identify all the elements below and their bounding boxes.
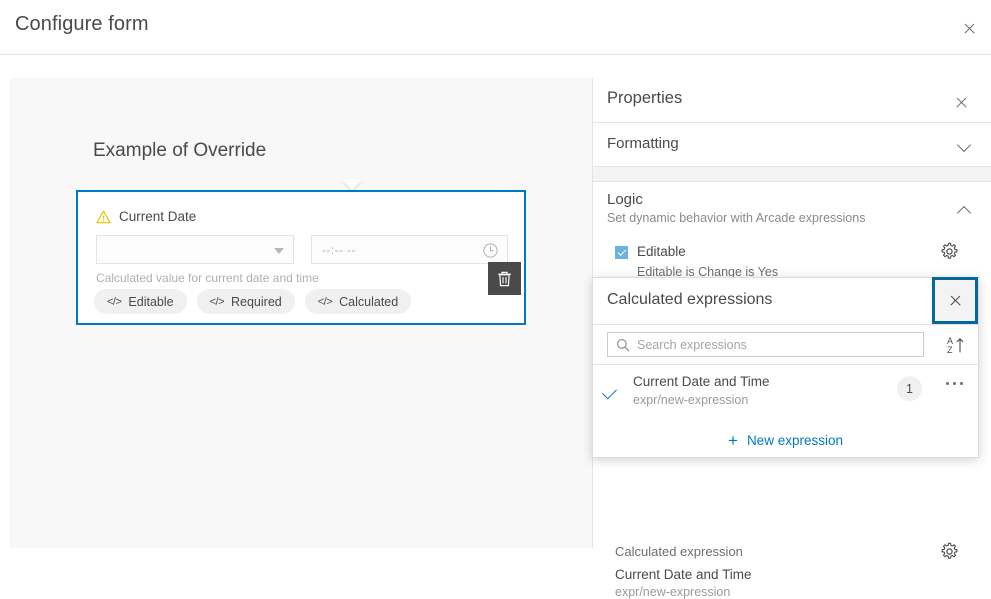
close-icon bbox=[963, 22, 976, 35]
accordion-formatting-label: Formatting bbox=[607, 135, 679, 152]
accordion-logic-subtitle: Set dynamic behavior with Arcade express… bbox=[607, 211, 865, 225]
page-title: Configure form bbox=[15, 13, 149, 36]
popover-header: Calculated expressions bbox=[593, 278, 978, 325]
sort-expressions-button[interactable]: A Z bbox=[944, 334, 966, 356]
expression-name: Current Date and Time bbox=[633, 374, 770, 389]
check-icon bbox=[602, 385, 617, 400]
popover-pointer-arrow bbox=[342, 180, 362, 190]
field-inputs-row: --:-- -- bbox=[96, 235, 508, 264]
code-icon: </> bbox=[318, 296, 332, 308]
more-horizontal-icon bbox=[946, 382, 949, 385]
form-preview-pane: Example of Override Current Date --:-- -… bbox=[10, 78, 592, 548]
expression-more-options-button[interactable] bbox=[946, 382, 963, 385]
svg-text:Z: Z bbox=[947, 345, 953, 355]
properties-close-button[interactable] bbox=[951, 92, 971, 112]
accordion-formatting[interactable]: Formatting bbox=[593, 123, 991, 167]
chevron-down-icon bbox=[957, 138, 971, 152]
editable-label: Editable bbox=[637, 244, 686, 259]
trash-icon bbox=[496, 270, 513, 288]
sort-az-ascending-icon: A Z bbox=[944, 334, 966, 356]
more-horizontal-icon bbox=[953, 382, 956, 385]
field-chips-row: </> Editable </> Required </> Calculated bbox=[94, 289, 411, 314]
search-icon bbox=[616, 338, 630, 352]
properties-title: Properties bbox=[607, 89, 682, 108]
code-icon: </> bbox=[107, 296, 121, 308]
gear-icon bbox=[940, 542, 959, 561]
chevron-up-icon[interactable] bbox=[957, 206, 971, 220]
calculated-expression-path: expr/new-expression bbox=[615, 585, 730, 599]
dialog-header: Configure form bbox=[0, 0, 991, 55]
accordion-logic-label: Logic bbox=[607, 191, 643, 208]
expression-path: expr/new-expression bbox=[633, 393, 748, 407]
editable-checkbox[interactable] bbox=[615, 246, 628, 259]
popover-title: Calculated expressions bbox=[607, 291, 772, 309]
chevron-down-icon bbox=[274, 248, 284, 254]
code-icon: </> bbox=[210, 296, 224, 308]
panel-divider bbox=[593, 167, 991, 182]
calculated-expression-settings-button[interactable] bbox=[940, 542, 959, 566]
chip-label: Required bbox=[231, 295, 282, 309]
search-placeholder: Search expressions bbox=[637, 338, 747, 352]
gear-icon bbox=[940, 242, 959, 261]
close-icon bbox=[955, 96, 968, 109]
time-input[interactable]: --:-- -- bbox=[311, 235, 508, 264]
editable-settings-button[interactable] bbox=[940, 242, 959, 266]
form-field-card-current-date[interactable]: Current Date --:-- -- Calculated value f… bbox=[76, 190, 526, 325]
properties-header: Properties bbox=[593, 78, 991, 123]
calculated-expression-label: Calculated expression bbox=[615, 544, 743, 559]
calculated-expression-name: Current Date and Time bbox=[615, 567, 752, 582]
expression-list-item[interactable]: Current Date and Time expr/new-expressio… bbox=[593, 374, 978, 422]
time-input-placeholder: --:-- -- bbox=[322, 243, 356, 257]
chip-calculated[interactable]: </> Calculated bbox=[305, 289, 411, 314]
search-expressions-input[interactable]: Search expressions bbox=[607, 332, 924, 357]
clock-icon bbox=[482, 242, 499, 259]
close-icon bbox=[949, 294, 962, 307]
new-expression-label: New expression bbox=[747, 433, 843, 448]
more-horizontal-icon bbox=[960, 382, 963, 385]
chip-label: Editable bbox=[128, 295, 173, 309]
calculated-expressions-popover: Calculated expressions Search expression… bbox=[592, 277, 979, 458]
new-expression-button[interactable]: + New expression bbox=[593, 425, 978, 455]
field-label-row: Current Date bbox=[96, 209, 196, 224]
date-select-input[interactable] bbox=[96, 235, 294, 264]
popover-close-button[interactable] bbox=[932, 277, 978, 324]
check-icon bbox=[617, 247, 625, 255]
plus-icon: + bbox=[728, 432, 738, 449]
chip-label: Calculated bbox=[339, 295, 398, 309]
form-heading: Example of Override bbox=[93, 140, 266, 162]
field-helper-text: Calculated value for current date and ti… bbox=[96, 271, 319, 285]
dialog-close-button[interactable] bbox=[957, 16, 981, 40]
popover-search-row: Search expressions A Z bbox=[593, 325, 978, 365]
chip-required[interactable]: </> Required bbox=[197, 289, 295, 314]
chip-editable[interactable]: </> Editable bbox=[94, 289, 187, 314]
delete-field-button[interactable] bbox=[488, 262, 521, 295]
expression-usage-badge: 1 bbox=[897, 376, 922, 401]
field-label: Current Date bbox=[119, 209, 196, 224]
warning-triangle-icon bbox=[96, 210, 111, 224]
